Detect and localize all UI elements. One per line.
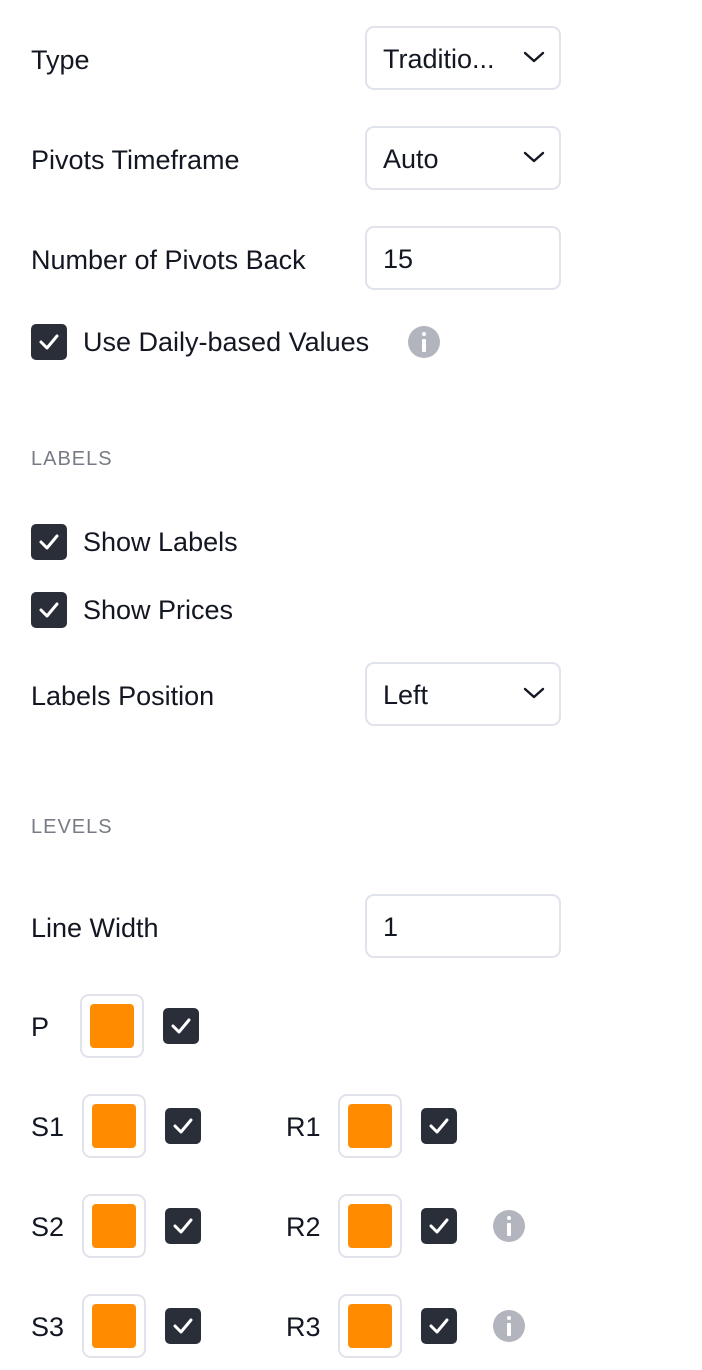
level-r2-color-button[interactable] [338, 1194, 402, 1258]
level-r1-label: R1 [286, 1112, 321, 1142]
info-icon[interactable] [408, 326, 440, 358]
checkmark-icon [39, 534, 59, 550]
level-s1-color-button[interactable] [82, 1094, 146, 1158]
chevron-down-icon [523, 687, 545, 699]
level-p-label: P [31, 1012, 50, 1042]
show-labels-checkbox[interactable] [31, 524, 67, 560]
checkmark-icon [173, 1118, 193, 1134]
level-p-color-button[interactable] [80, 994, 144, 1058]
type-select-value: Traditio... [383, 44, 495, 74]
show-prices-label: Show Prices [83, 595, 234, 625]
daily-based-label: Use Daily-based Values [83, 327, 370, 357]
pivots-back-input[interactable]: 15 [365, 226, 561, 290]
daily-based-checkbox[interactable] [31, 324, 67, 360]
checkmark-icon [429, 1218, 449, 1234]
pivots-timeframe-select[interactable]: Auto [365, 126, 561, 190]
level-r2-label: R2 [286, 1212, 321, 1242]
pivots-back-label: Number of Pivots Back [31, 245, 306, 275]
color-swatch [92, 1204, 136, 1248]
checkmark-icon [39, 334, 59, 350]
labels-position-label: Labels Position [31, 681, 215, 711]
level-s1-label: S1 [31, 1112, 65, 1142]
level-s1-checkbox[interactable] [165, 1108, 201, 1144]
level-p-checkbox[interactable] [163, 1008, 199, 1044]
checkmark-icon [429, 1118, 449, 1134]
chevron-down-icon [523, 51, 545, 63]
pivots-back-value: 15 [383, 244, 414, 274]
level-r3-color-button[interactable] [338, 1294, 402, 1358]
line-width-label: Line Width [31, 913, 159, 943]
color-swatch [92, 1104, 136, 1148]
level-s3-label: S3 [31, 1312, 65, 1342]
color-swatch [348, 1204, 392, 1248]
info-icon[interactable] [493, 1210, 525, 1242]
labels-section-heading: LABELS [31, 448, 113, 470]
checkmark-icon [429, 1318, 449, 1334]
type-select[interactable]: Traditio... [365, 26, 561, 90]
labels-position-value: Left [383, 680, 429, 710]
info-icon[interactable] [493, 1310, 525, 1342]
checkmark-icon [173, 1318, 193, 1334]
checkmark-icon [173, 1218, 193, 1234]
checkmark-icon [171, 1018, 191, 1034]
chevron-down-icon [523, 151, 545, 163]
level-s3-checkbox[interactable] [165, 1308, 201, 1344]
show-prices-checkbox[interactable] [31, 592, 67, 628]
level-s2-label: S2 [31, 1212, 65, 1242]
line-width-input[interactable]: 1 [365, 894, 561, 958]
level-s2-checkbox[interactable] [165, 1208, 201, 1244]
labels-position-select[interactable]: Left [365, 662, 561, 726]
type-label: Type [31, 45, 90, 75]
line-width-value: 1 [383, 912, 399, 942]
level-r3-checkbox[interactable] [421, 1308, 457, 1344]
color-swatch [348, 1304, 392, 1348]
level-s3-color-button[interactable] [82, 1294, 146, 1358]
pivots-timeframe-value: Auto [383, 144, 439, 174]
show-labels-label: Show Labels [83, 527, 238, 557]
level-r1-color-button[interactable] [338, 1094, 402, 1158]
checkmark-icon [39, 602, 59, 618]
color-swatch [90, 1004, 134, 1048]
color-swatch [348, 1104, 392, 1148]
level-r2-checkbox[interactable] [421, 1208, 457, 1244]
pivots-timeframe-label: Pivots Timeframe [31, 145, 240, 175]
level-s2-color-button[interactable] [82, 1194, 146, 1258]
level-r3-label: R3 [286, 1312, 321, 1342]
levels-section-heading: LEVELS [31, 816, 113, 838]
color-swatch [92, 1304, 136, 1348]
level-r1-checkbox[interactable] [421, 1108, 457, 1144]
